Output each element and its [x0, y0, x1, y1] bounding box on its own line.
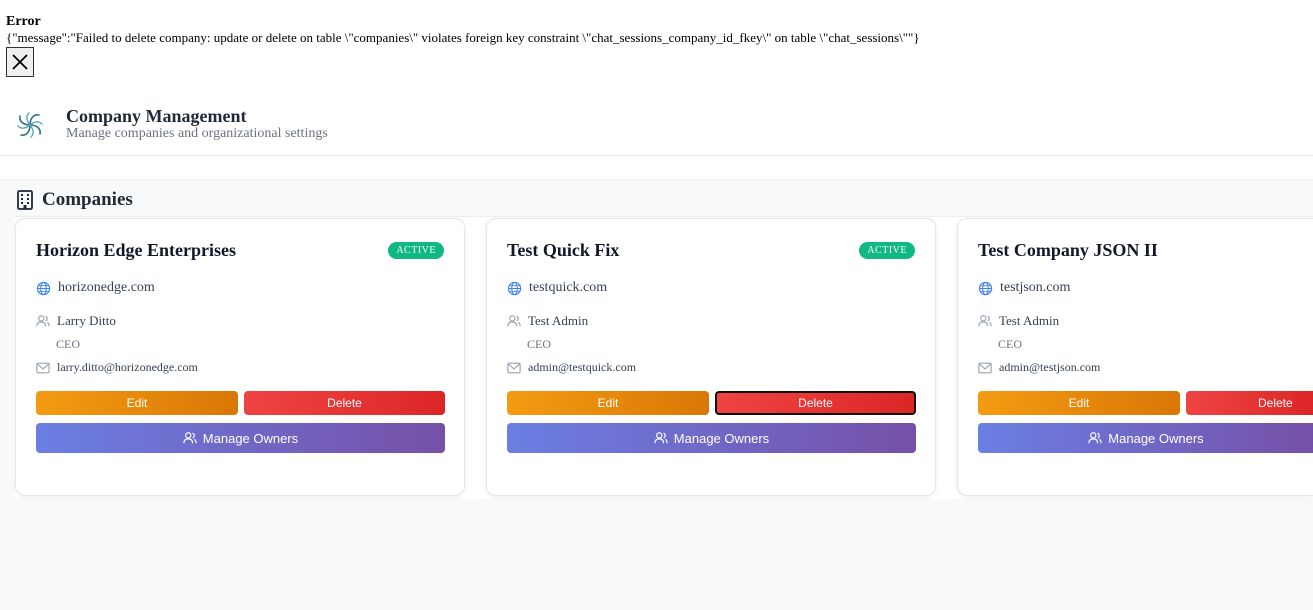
owner-email-row: admin@testjson.com	[978, 360, 1100, 375]
mail-icon	[507, 362, 521, 373]
users-icon	[978, 315, 992, 327]
manage-owners-label: Manage Owners	[1108, 430, 1204, 446]
users-icon	[36, 315, 50, 327]
company-card: Test Quick Fix ACTIVE testquick.com Test…	[486, 218, 936, 496]
close-error-button[interactable]	[6, 47, 34, 77]
company-domain: horizonedge.com	[36, 280, 155, 296]
owner-name: Larry Ditto	[57, 313, 116, 328]
manage-owners-button[interactable]: Manage Owners	[507, 423, 916, 453]
close-icon	[12, 54, 28, 70]
globe-icon	[36, 281, 51, 295]
owner-email-row: larry.ditto@horizonedge.com	[36, 360, 198, 375]
domain-text: testjson.com	[1000, 280, 1071, 295]
section-title: Companies	[42, 189, 133, 210]
company-name: Test Quick Fix	[507, 240, 620, 260]
mail-icon	[978, 362, 992, 373]
owner-email: admin@testjson.com	[999, 360, 1101, 374]
status-badge: ACTIVE	[859, 242, 915, 259]
delete-button[interactable]: Delete	[1186, 391, 1313, 415]
company-name: Test Company JSON II	[978, 240, 1158, 260]
manage-owners-label: Manage Owners	[673, 430, 770, 446]
company-name: Horizon Edge Enterprises	[36, 240, 236, 260]
company-domain: testjson.com	[978, 280, 1070, 296]
globe-icon	[507, 281, 522, 295]
manage-owners-label: Manage Owners	[202, 430, 299, 446]
owner-row: Larry Ditto	[36, 313, 116, 329]
domain-text: testquick.com	[529, 280, 608, 295]
mail-icon	[36, 362, 50, 373]
domain-text: horizonedge.com	[58, 280, 155, 295]
owner-name: Test Admin	[528, 313, 589, 328]
manage-owners-button[interactable]: Manage Owners	[978, 423, 1313, 453]
company-card: Horizon Edge Enterprises ACTIVE horizone…	[15, 218, 465, 496]
status-badge: ACTIVE	[388, 242, 444, 259]
edit-button[interactable]: Edit	[978, 391, 1180, 415]
owner-role: CEO	[527, 337, 551, 351]
owner-role: CEO	[56, 337, 80, 351]
building-icon	[17, 190, 33, 210]
owner-row: Test Admin	[507, 313, 588, 329]
owner-name: Test Admin	[999, 313, 1060, 328]
owner-role: CEO	[998, 337, 1022, 351]
companies-section: Companies Horizon Edge Enterprises ACTIV…	[0, 179, 1313, 610]
pinwheel-logo-icon	[17, 112, 43, 138]
globe-icon	[978, 281, 993, 295]
company-card: Test Company JSON II testjson.com Test A…	[957, 218, 1313, 496]
delete-button[interactable]: Delete	[244, 391, 445, 415]
manage-owners-button[interactable]: Manage Owners	[36, 423, 445, 453]
page-subtitle: Manage companies and organizational sett…	[66, 126, 328, 141]
users-icon	[654, 432, 668, 444]
owner-email: admin@testquick.com	[528, 360, 637, 374]
owner-row: Test Admin	[978, 313, 1059, 329]
users-icon	[1088, 432, 1102, 444]
edit-button[interactable]: Edit	[36, 391, 238, 415]
delete-label: Delete	[1258, 396, 1293, 410]
owner-email-row: admin@testquick.com	[507, 360, 636, 375]
users-icon	[183, 432, 197, 444]
error-banner: Error {"message":"Failed to delete compa…	[6, 14, 920, 46]
delete-button[interactable]: Delete	[715, 391, 916, 415]
page-header: Company Management Manage companies and …	[0, 95, 1313, 156]
edit-button[interactable]: Edit	[507, 391, 709, 415]
users-icon	[507, 315, 521, 327]
owner-email: larry.ditto@horizonedge.com	[57, 360, 198, 374]
error-message: {"message":"Failed to delete company: up…	[6, 30, 920, 45]
company-domain: testquick.com	[507, 280, 607, 296]
page-title: Company Management	[66, 106, 247, 126]
section-header: Companies	[16, 189, 133, 211]
error-title: Error	[6, 14, 41, 29]
